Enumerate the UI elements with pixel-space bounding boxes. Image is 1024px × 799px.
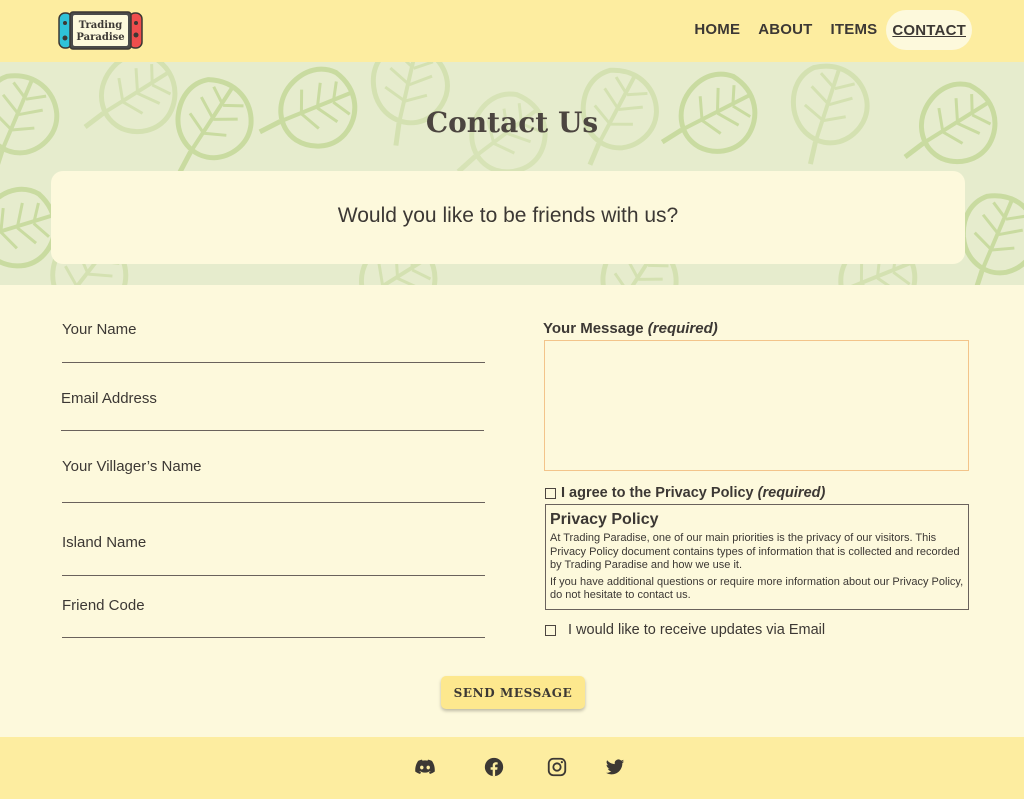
site-logo[interactable]: Trading Paradise	[58, 11, 143, 50]
logo-text-line1: Trading	[79, 20, 123, 31]
email-field[interactable]: Email Address	[61, 390, 484, 431]
email-updates-label: I would like to receive updates via Emai…	[568, 622, 826, 638]
email-label: Email Address	[61, 390, 157, 407]
privacy-policy-title: Privacy Policy	[550, 511, 659, 528]
villager-name-label: Your Villager’s Name	[62, 458, 202, 475]
privacy-policy-paragraph-1: At Trading Paradise, one of our main pri…	[550, 532, 960, 571]
friend-code-input[interactable]	[62, 637, 485, 638]
your-name-label: Your Name	[62, 321, 137, 338]
privacy-agree-text: I agree to the Privacy Policy	[561, 485, 754, 501]
intro-subtitle: Would you like to be friends with us?	[337, 204, 679, 227]
friend-code-field[interactable]: Friend Code	[62, 597, 485, 638]
villager-name-field[interactable]: Your Villager’s Name	[62, 458, 485, 503]
email-input[interactable]	[61, 430, 484, 431]
villager-name-input[interactable]	[62, 502, 485, 503]
message-required-tag: (required)	[647, 320, 718, 337]
facebook-icon[interactable]	[483, 756, 505, 778]
instagram-icon[interactable]	[546, 756, 568, 778]
nav-about[interactable]: ABOUT	[749, 9, 821, 50]
island-name-input[interactable]	[62, 575, 485, 576]
hero-banner: Contact Us Would you like to be friends …	[0, 62, 1024, 285]
privacy-required-tag: (required)	[757, 485, 826, 501]
your-name-field[interactable]: Your Name	[62, 321, 485, 363]
nav-home[interactable]: HOME	[685, 9, 749, 50]
privacy-agree-checkbox[interactable]	[545, 488, 556, 499]
intro-card: Would you like to be friends with us?	[51, 171, 965, 264]
twitter-icon[interactable]	[604, 756, 626, 778]
discord-icon[interactable]	[414, 756, 436, 778]
privacy-policy-box[interactable]: Privacy Policy At Trading Paradise, one …	[545, 504, 969, 610]
email-updates-checkbox[interactable]	[545, 625, 556, 636]
your-name-input[interactable]	[62, 362, 485, 363]
message-label: Your Message (required)	[543, 320, 718, 337]
friend-code-label: Friend Code	[62, 597, 145, 614]
message-textarea[interactable]	[544, 340, 969, 471]
message-label-text: Your Message	[543, 320, 644, 337]
nav-items[interactable]: ITEMS	[822, 9, 887, 50]
main-nav: HOME ABOUT ITEMS CONTACT	[685, 9, 972, 50]
send-message-button[interactable]: SEND MESSAGE	[441, 676, 585, 709]
site-header: Trading Paradise HOME ABOUT ITEMS CONTAC…	[0, 0, 1024, 62]
privacy-policy-paragraph-2: If you have additional questions or requ…	[550, 575, 964, 602]
island-name-field[interactable]: Island Name	[62, 534, 485, 576]
island-name-label: Island Name	[62, 534, 147, 551]
nav-contact[interactable]: CONTACT	[886, 9, 972, 50]
site-footer	[0, 737, 1024, 799]
logo-text-line2: Paradise	[76, 32, 124, 43]
privacy-agree-label: I agree to the Privacy Policy (required)	[561, 485, 825, 501]
page-title: Contact Us	[425, 106, 599, 139]
